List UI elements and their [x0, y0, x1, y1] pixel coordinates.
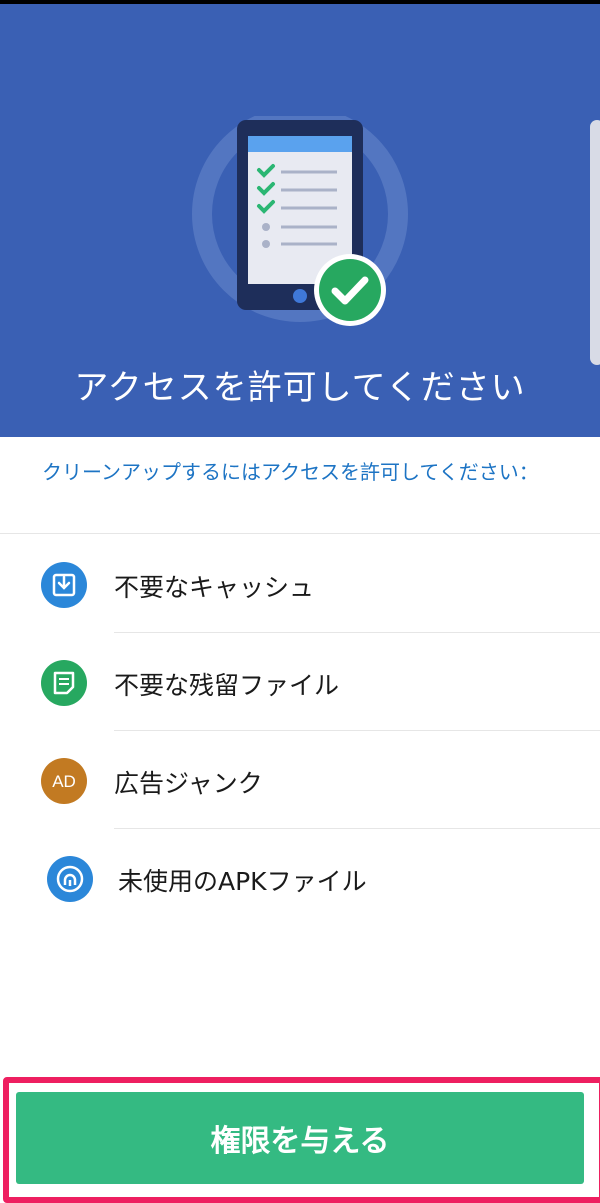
- ad-icon: AD: [41, 758, 87, 804]
- divider: [0, 533, 600, 534]
- list-item-label: 未使用のAPKファイル: [118, 867, 367, 896]
- grant-permission-button[interactable]: 権限を与える: [16, 1092, 584, 1184]
- list-item-apk: 未使用のAPKファイル: [0, 829, 600, 927]
- side-scroll-handle[interactable]: [590, 120, 600, 365]
- download-box-icon: [41, 562, 87, 608]
- document-icon: [41, 660, 87, 706]
- list-item-ad-junk: AD 広告ジャンク: [0, 731, 600, 829]
- list-item-cache: 不要なキャッシュ: [0, 535, 600, 633]
- apk-icon: [47, 856, 93, 902]
- list-item-label: 広告ジャンク: [114, 769, 263, 798]
- phone-checklist-illustration: [192, 116, 408, 326]
- ad-icon-text: AD: [52, 772, 76, 791]
- list-item-label: 不要なキャッシュ: [114, 573, 315, 602]
- list-item-residual: 不要な残留ファイル: [0, 633, 600, 731]
- hero-header: アクセスを許可してください: [0, 4, 600, 437]
- hero-title: アクセスを許可してください: [74, 368, 526, 408]
- list-item-label: 不要な残留ファイル: [114, 671, 340, 700]
- access-subtitle: クリーンアップするにはアクセスを許可してください：: [42, 460, 539, 484]
